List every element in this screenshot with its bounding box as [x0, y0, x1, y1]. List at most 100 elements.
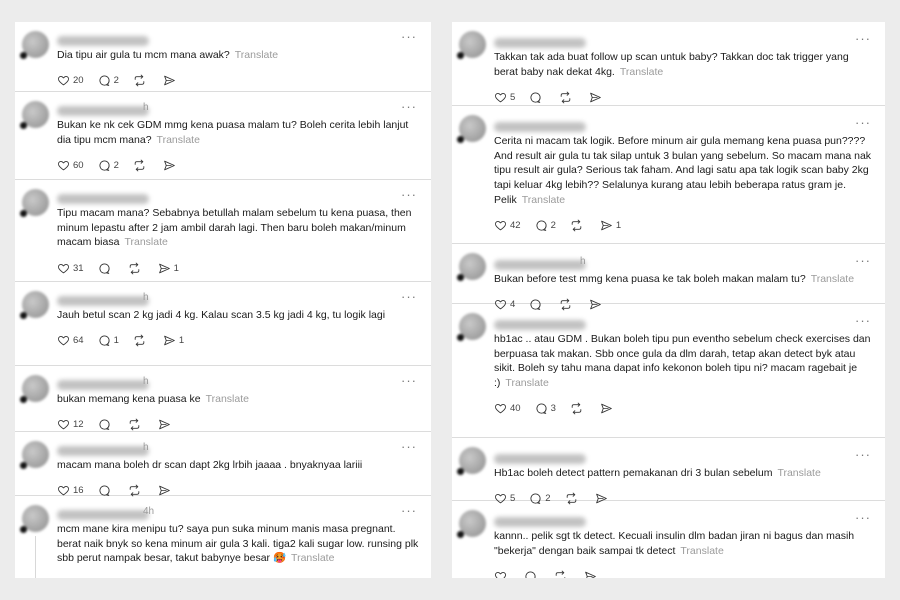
username-blurred[interactable] [494, 320, 586, 330]
more-dots-icon[interactable]: ··· [401, 439, 417, 454]
avatar[interactable] [20, 189, 49, 217]
translate-link[interactable]: Translate [157, 134, 200, 146]
reply-button[interactable] [98, 418, 114, 431]
more-dots-icon[interactable]: ··· [855, 510, 871, 525]
like-button[interactable]: 5 [494, 91, 515, 104]
reply-button[interactable] [529, 91, 545, 104]
repost-button[interactable] [133, 334, 149, 347]
translate-link[interactable]: Translate [620, 66, 663, 78]
username-blurred[interactable] [494, 260, 586, 270]
share-icon [164, 335, 175, 346]
username-blurred[interactable] [57, 296, 149, 306]
translate-link[interactable]: Translate [206, 393, 249, 405]
more-dots-icon[interactable]: ··· [401, 187, 417, 202]
translate-link[interactable]: Translate [505, 377, 548, 389]
like-button[interactable]: 60 [57, 159, 84, 172]
share-button[interactable]: 1 [600, 219, 621, 232]
reply-button[interactable]: 3 [535, 402, 556, 415]
username-blurred[interactable] [57, 194, 149, 204]
more-dots-icon[interactable]: ··· [855, 313, 871, 328]
comment-body: Hb1ac boleh detect pattern pemakanan dri… [494, 467, 773, 479]
avatar[interactable] [20, 101, 49, 129]
username-blurred[interactable] [57, 106, 149, 116]
share-button[interactable] [589, 91, 605, 104]
reply-button[interactable] [98, 262, 114, 275]
translate-link[interactable]: Translate [124, 236, 167, 248]
more-dots-icon[interactable]: ··· [401, 29, 417, 44]
more-dots-icon[interactable]: ··· [855, 253, 871, 268]
comment-text: Bukan before test mmg kena puasa ke tak … [492, 272, 873, 287]
more-dots-icon[interactable]: ··· [855, 115, 871, 130]
more-dots-icon[interactable]: ··· [855, 447, 871, 462]
repost-button[interactable] [128, 418, 144, 431]
username-blurred[interactable] [494, 122, 586, 132]
avatar[interactable] [20, 441, 49, 469]
translate-link[interactable]: Translate [680, 545, 723, 557]
like-count: 5 [510, 91, 516, 103]
like-button[interactable]: 12 [57, 418, 84, 431]
avatar[interactable] [20, 31, 49, 59]
like-button[interactable] [494, 570, 510, 578]
comment-body: kannn.. pelik sgt tk detect. Kecuali ins… [494, 530, 855, 557]
share-button[interactable] [163, 159, 179, 172]
username-blurred[interactable] [57, 510, 149, 520]
avatar[interactable] [20, 375, 49, 403]
more-dots-icon[interactable]: ··· [401, 503, 417, 518]
translate-link[interactable]: Translate [811, 273, 854, 285]
more-dots-icon[interactable]: ··· [855, 31, 871, 46]
more-dots-icon[interactable]: ··· [401, 289, 417, 304]
like-button[interactable]: 64 [57, 334, 84, 347]
comment-body: mcm mane kira menipu tu? saya pun suka m… [57, 523, 419, 565]
username-blurred[interactable] [57, 380, 149, 390]
avatar[interactable] [457, 510, 486, 538]
repost-button[interactable] [128, 262, 144, 275]
reply-button[interactable]: 2 [98, 159, 119, 172]
username-blurred[interactable] [57, 36, 149, 46]
comment-icon [99, 75, 110, 87]
share-button[interactable]: 1 [158, 262, 179, 275]
username-blurred[interactable] [57, 446, 149, 456]
share-button[interactable] [163, 74, 179, 87]
repost-icon [134, 334, 145, 347]
repost-icon [129, 418, 139, 431]
reply-button[interactable]: 2 [535, 219, 556, 232]
repost-button[interactable] [570, 219, 586, 232]
like-button[interactable]: 31 [57, 262, 84, 275]
like-button[interactable]: 40 [494, 402, 521, 415]
comment-item: h ··· bukan memang kena puasa ke Translat… [15, 366, 431, 432]
repost-button[interactable] [133, 159, 149, 172]
username-blurred[interactable] [494, 454, 586, 464]
repost-button[interactable] [554, 570, 570, 578]
share-button[interactable] [600, 402, 616, 415]
share-button[interactable] [584, 570, 600, 578]
like-button[interactable]: 20 [57, 74, 84, 87]
reply-button[interactable]: 2 [98, 74, 119, 87]
reply-button[interactable]: 1 [98, 334, 119, 347]
avatar[interactable] [457, 313, 486, 341]
share-count: 1 [178, 335, 185, 347]
more-dots-icon[interactable]: ··· [401, 99, 417, 114]
more-dots-icon[interactable]: ··· [401, 373, 417, 388]
avatar[interactable] [20, 291, 49, 319]
like-count: 20 [73, 75, 84, 87]
translate-link[interactable]: Translate [522, 194, 565, 206]
share-button[interactable]: 1 [163, 334, 184, 347]
comment-icon [99, 263, 110, 274]
avatar[interactable] [20, 505, 49, 533]
avatar[interactable] [457, 31, 486, 59]
reply-button[interactable] [524, 570, 540, 578]
heart-icon [494, 221, 507, 231]
repost-button[interactable] [133, 74, 149, 87]
username-blurred[interactable] [494, 38, 586, 48]
translate-link[interactable]: Translate [235, 49, 278, 61]
like-button[interactable]: 42 [494, 219, 521, 232]
avatar[interactable] [457, 447, 486, 475]
translate-link[interactable]: Translate [291, 552, 334, 564]
repost-button[interactable] [570, 402, 586, 415]
share-button[interactable] [158, 418, 174, 431]
username-blurred[interactable] [494, 517, 586, 527]
repost-button[interactable] [559, 91, 575, 104]
avatar[interactable] [457, 115, 486, 143]
avatar[interactable] [457, 253, 486, 281]
translate-link[interactable]: Translate [777, 467, 820, 479]
